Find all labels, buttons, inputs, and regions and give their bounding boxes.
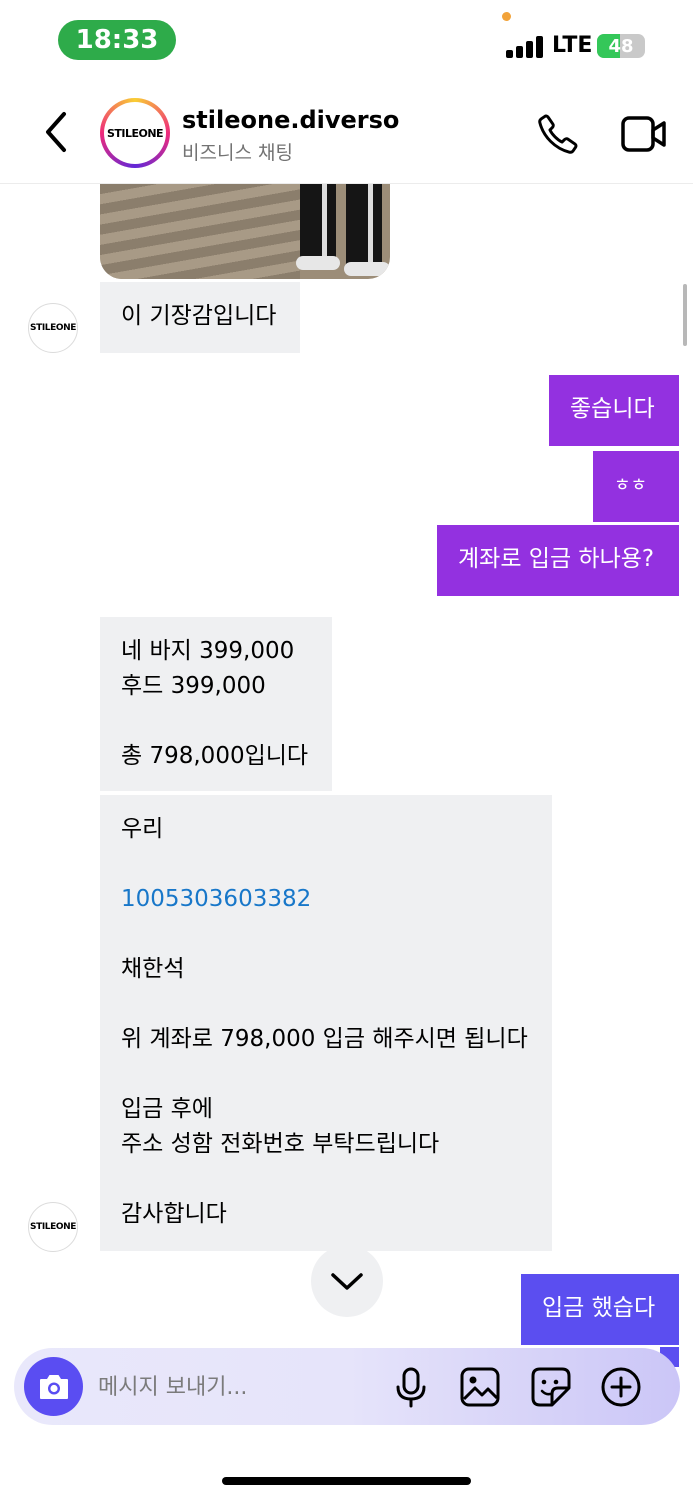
chat-subtitle: 비즈니스 채팅 [182,142,293,164]
photo-wall [100,184,300,279]
privacy-indicator-dot [502,12,511,21]
photo-pants-right [346,184,382,272]
scroll-to-bottom-button[interactable] [311,1245,383,1317]
message-bubble-outgoing[interactable]: ㅎㅎ [593,451,679,522]
message-input[interactable] [98,1367,378,1407]
gallery-icon [460,1367,500,1407]
profile-avatar-text: STILEONE [104,102,166,164]
photo-stripe-left [322,184,327,262]
video-call-button[interactable] [620,114,668,154]
sender-avatar[interactable]: STILEONE [28,1202,78,1252]
gallery-button[interactable] [459,1366,501,1408]
chat-username[interactable]: stileone.diverso [182,106,399,134]
message-text: 채한석 위 계좌로 798,000 입금 해주시면 됩니다 입금 후에 주소 성… [121,956,528,1227]
status-time: 18:33 [58,20,176,60]
more-options-button[interactable] [600,1366,642,1408]
message-bubble-incoming[interactable]: 이 기장감입니다 [100,282,300,353]
message-bubble-outgoing[interactable]: 입금 했습다 [521,1274,679,1345]
message-text: 우리 [121,816,164,842]
message-bubble-incoming-account[interactable]: 우리 1005303603382 채한석 위 계좌로 798,000 입금 해주… [100,795,552,1251]
message-bubble-incoming[interactable]: 네 바지 399,000 후드 399,000 총 798,000입니다 [100,617,332,791]
voice-call-button[interactable] [536,112,580,156]
message-composer [14,1348,680,1425]
message-bubble-outgoing[interactable]: 좋습니다 [549,375,679,446]
plus-circle-icon [601,1367,641,1407]
status-bar: 18:33 LTE 48 [0,0,693,80]
home-indicator [222,1477,471,1485]
sender-avatar[interactable]: STILEONE [28,303,78,353]
network-type: LTE [552,33,593,58]
battery-percentage: 48 [608,35,634,57]
chevron-left-icon [46,112,66,152]
battery-icon: 48 [597,34,645,58]
message-bubble-outgoing[interactable]: 계좌로 입금 하나용? [437,525,679,596]
cellular-signal-icon [506,36,544,58]
sticker-icon [531,1367,571,1407]
chevron-down-icon [331,1273,363,1290]
scrollbar[interactable] [683,284,687,346]
back-button[interactable] [36,108,76,156]
camera-button[interactable] [24,1357,83,1416]
account-number-link[interactable]: 1005303603382 [121,886,311,912]
profile-avatar[interactable]: STILEONE [100,98,170,168]
microphone-icon [396,1367,426,1408]
shared-photo-message[interactable] [100,184,390,279]
photo-stripe-right [368,184,373,268]
photo-shoe-left [296,256,340,270]
voice-message-button[interactable] [390,1366,432,1408]
sticker-button[interactable] [530,1366,572,1408]
chat-header: STILEONE stileone.diverso 비즈니스 채팅 [0,80,693,184]
phone-icon [538,114,578,154]
video-camera-icon [621,116,666,152]
camera-icon [39,1374,68,1399]
photo-pants-left [300,184,336,266]
photo-shoe-right [344,262,390,276]
